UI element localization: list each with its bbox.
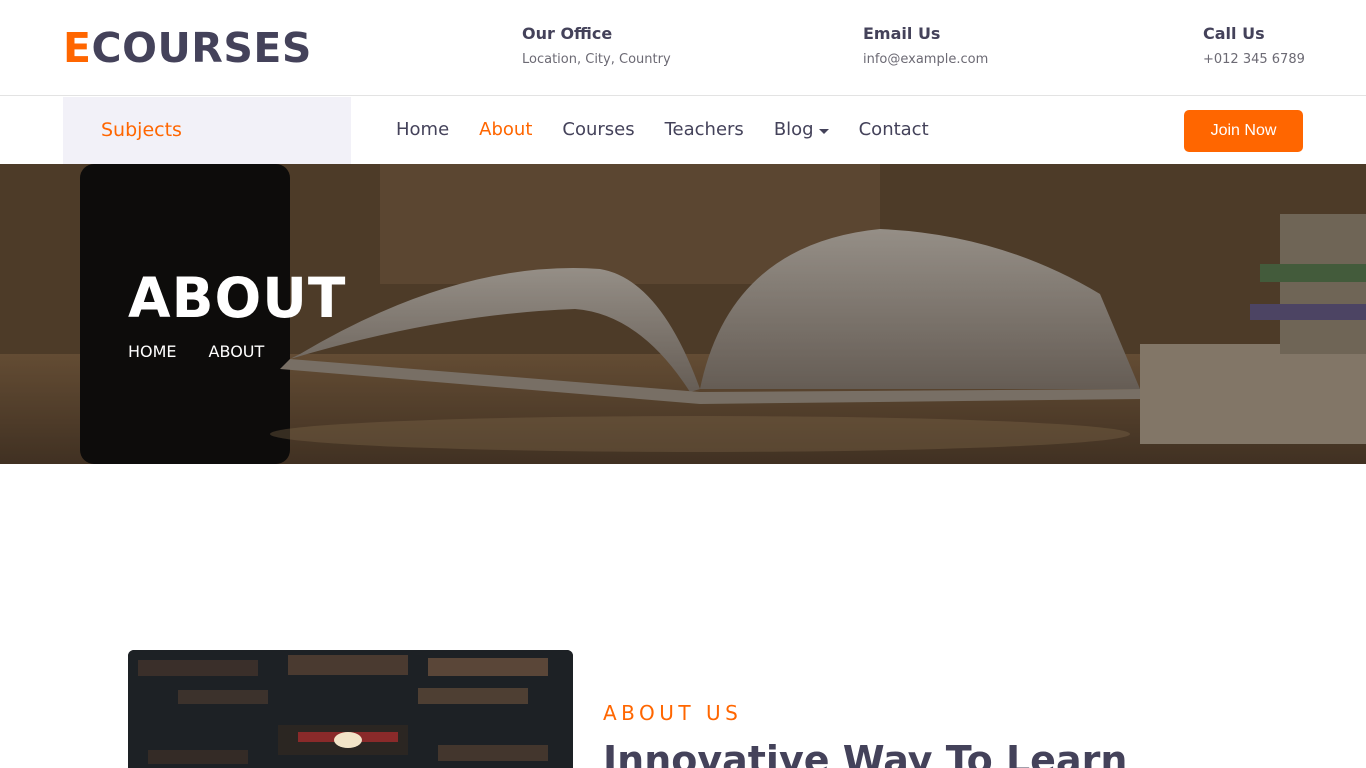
section-label: ABOUT US [603, 701, 743, 725]
office-info: Our Office Location, City, Country [522, 24, 671, 68]
nav-menu: Home About Courses Teachers Blog Contact [396, 119, 959, 141]
nav-item-blog[interactable]: Blog [774, 119, 829, 141]
main-nav: Subjects Home About Courses Teachers Blo… [0, 97, 1366, 164]
join-now-button[interactable]: Join Now [1184, 110, 1303, 152]
top-header: ECOURSES Our Office Location, City, Coun… [0, 0, 1366, 96]
library-photo [128, 650, 573, 768]
subjects-toggle[interactable]: Subjects [63, 97, 351, 164]
email-value[interactable]: info@example.com [863, 52, 988, 68]
breadcrumb-about: ABOUT [208, 342, 265, 361]
page-hero: ABOUT HOME ABOUT [0, 164, 1366, 464]
office-value: Location, City, Country [522, 52, 671, 67]
nav-item-teachers[interactable]: Teachers [665, 119, 744, 141]
chevron-down-icon [818, 128, 829, 134]
breadcrumb: HOME ABOUT [128, 342, 296, 361]
call-value[interactable]: +012 345 6789 [1203, 52, 1305, 68]
about-image [128, 650, 573, 768]
email-info: Email Us info@example.com [863, 24, 988, 68]
email-title: Email Us [863, 24, 941, 43]
nav-item-blog-label: Blog [773, 119, 814, 140]
brand-logo-accent: E [63, 24, 92, 72]
nav-item-about[interactable]: About [479, 119, 532, 141]
nav-item-home[interactable]: Home [396, 119, 449, 141]
nav-item-contact[interactable]: Contact [859, 119, 929, 141]
brand-logo-text: COURSES [91, 24, 312, 72]
nav-item-courses[interactable]: Courses [562, 119, 634, 141]
call-info: Call Us +012 345 6789 [1203, 24, 1305, 68]
page-title: ABOUT [128, 266, 347, 330]
section-title: Innovative Way To Learn [603, 738, 1128, 768]
office-title: Our Office [522, 24, 613, 43]
subjects-label: Subjects [101, 119, 182, 141]
brand-logo[interactable]: ECOURSES [63, 24, 312, 72]
breadcrumb-home[interactable]: HOME [128, 342, 177, 361]
call-title: Call Us [1203, 24, 1265, 43]
